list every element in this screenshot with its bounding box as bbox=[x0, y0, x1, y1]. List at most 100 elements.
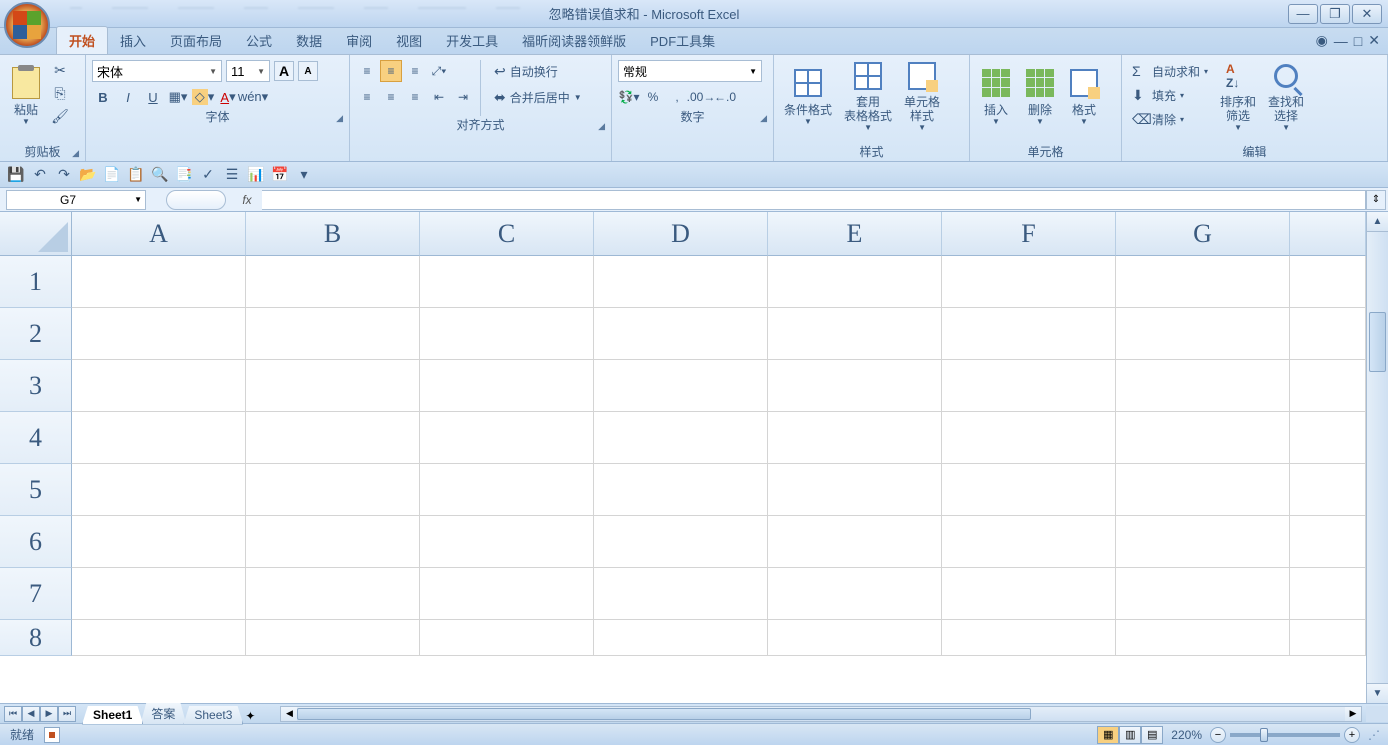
increase-indent-button[interactable]: ⇥ bbox=[452, 86, 474, 108]
row-header-7[interactable]: 7 bbox=[0, 568, 72, 620]
zoom-in-button[interactable]: + bbox=[1344, 727, 1360, 743]
scroll-up-button[interactable]: ▲ bbox=[1367, 212, 1388, 232]
sheet-nav-next[interactable]: ▶ bbox=[40, 706, 58, 722]
sheet-tab-3[interactable]: Sheet3 bbox=[183, 706, 243, 725]
qat-spell-button[interactable]: ✓ bbox=[198, 165, 218, 185]
align-middle-button[interactable]: ≡ bbox=[380, 60, 402, 82]
redo-button[interactable]: ↷ bbox=[54, 165, 74, 185]
office-button[interactable] bbox=[4, 2, 50, 48]
col-header-f[interactable]: F bbox=[942, 212, 1116, 256]
sheet-nav-prev[interactable]: ◀ bbox=[22, 706, 40, 722]
fx-button[interactable]: fx bbox=[232, 193, 262, 207]
tab-foxit[interactable]: 福昕阅读器领鲜版 bbox=[510, 27, 638, 54]
zoom-slider-knob[interactable] bbox=[1260, 728, 1268, 742]
number-format-combo[interactable]: 常规▼ bbox=[618, 60, 762, 82]
conditional-format-button[interactable]: 条件格式▼ bbox=[780, 58, 836, 134]
sheet-tab-1[interactable]: Sheet1 bbox=[82, 706, 143, 725]
vertical-scrollbar[interactable]: ▲ ▼ bbox=[1366, 212, 1388, 703]
align-center-button[interactable]: ≡ bbox=[380, 86, 402, 108]
vscroll-thumb[interactable] bbox=[1369, 312, 1386, 372]
decrease-font-button[interactable]: A bbox=[298, 61, 318, 81]
row-header-1[interactable]: 1 bbox=[0, 256, 72, 308]
orientation-button[interactable]: ⤢▾ bbox=[428, 60, 450, 82]
tab-developer[interactable]: 开发工具 bbox=[434, 27, 510, 54]
wrap-text-button[interactable]: ↩自动换行 bbox=[487, 60, 589, 82]
font-color-button[interactable]: A▾ bbox=[217, 86, 239, 108]
col-header-d[interactable]: D bbox=[594, 212, 768, 256]
font-name-combo[interactable]: 宋体▼ bbox=[92, 60, 222, 82]
sheet-nav-first[interactable]: ⏮ bbox=[4, 706, 22, 722]
italic-button[interactable]: I bbox=[117, 86, 139, 108]
row-header-6[interactable]: 6 bbox=[0, 516, 72, 568]
format-cells-button[interactable]: 格式▼ bbox=[1064, 58, 1104, 134]
horizontal-scrollbar[interactable]: ◀ ▶ bbox=[280, 706, 1362, 722]
align-bottom-button[interactable]: ≡ bbox=[404, 60, 426, 82]
tab-review[interactable]: 审阅 bbox=[334, 27, 384, 54]
new-sheet-button[interactable]: ✦ bbox=[240, 707, 260, 725]
delete-cells-button[interactable]: 删除▼ bbox=[1020, 58, 1060, 134]
sheet-tab-2[interactable]: 答案 bbox=[140, 703, 186, 725]
tab-data[interactable]: 数据 bbox=[284, 27, 334, 54]
insert-cells-button[interactable]: 插入▼ bbox=[976, 58, 1016, 134]
cut-button[interactable]: ✂ bbox=[50, 60, 70, 80]
normal-view-button[interactable]: ▦ bbox=[1097, 726, 1119, 744]
fill-color-button[interactable]: ◇▾ bbox=[192, 86, 214, 108]
underline-button[interactable]: U bbox=[142, 86, 164, 108]
qat-print-button[interactable]: 📑 bbox=[174, 165, 194, 185]
tab-pdf[interactable]: PDF工具集 bbox=[638, 27, 727, 54]
row-header-3[interactable]: 3 bbox=[0, 360, 72, 412]
tab-pagelayout[interactable]: 页面布局 bbox=[158, 27, 234, 54]
font-dialog-icon[interactable]: ◢ bbox=[336, 113, 343, 124]
bold-button[interactable]: B bbox=[92, 86, 114, 108]
clipboard-dialog-icon[interactable]: ◢ bbox=[72, 148, 79, 159]
qat-preview-button[interactable]: 🔍 bbox=[150, 165, 170, 185]
zoom-slider[interactable] bbox=[1230, 733, 1340, 737]
col-header-a[interactable]: A bbox=[72, 212, 246, 256]
row-header-4[interactable]: 4 bbox=[0, 412, 72, 464]
qat-sort-button[interactable]: ☰ bbox=[222, 165, 242, 185]
decrease-decimal-button[interactable]: ←.0 bbox=[714, 86, 736, 108]
save-button[interactable]: 💾 bbox=[6, 165, 26, 185]
currency-button[interactable]: 💱▾ bbox=[618, 86, 640, 108]
table-format-button[interactable]: 套用 表格格式▼ bbox=[840, 58, 896, 134]
increase-font-button[interactable]: A bbox=[274, 61, 294, 81]
qat-calendar-button[interactable]: 📅 bbox=[270, 165, 290, 185]
mdi-minimize[interactable]: ― bbox=[1334, 33, 1348, 49]
align-right-button[interactable]: ≡ bbox=[404, 86, 426, 108]
mdi-restore[interactable]: □ bbox=[1354, 33, 1362, 49]
align-top-button[interactable]: ≡ bbox=[356, 60, 378, 82]
undo-button[interactable]: ↶ bbox=[30, 165, 50, 185]
tab-formulas[interactable]: 公式 bbox=[234, 27, 284, 54]
number-dialog-icon[interactable]: ◢ bbox=[760, 113, 767, 124]
mdi-close[interactable]: ✕ bbox=[1368, 32, 1380, 49]
col-header-g[interactable]: G bbox=[1116, 212, 1290, 256]
tab-home[interactable]: 开始 bbox=[56, 26, 108, 54]
clear-button[interactable]: ⌫清除▾ bbox=[1128, 108, 1212, 130]
scroll-left-button[interactable]: ◀ bbox=[281, 707, 297, 721]
name-box-dropdown-icon[interactable]: ▼ bbox=[134, 195, 142, 204]
page-break-view-button[interactable]: ▤ bbox=[1141, 726, 1163, 744]
sheet-nav-last[interactable]: ⏭ bbox=[58, 706, 76, 722]
decrease-indent-button[interactable]: ⇤ bbox=[428, 86, 450, 108]
col-header-e[interactable]: E bbox=[768, 212, 942, 256]
phonetic-button[interactable]: wén▾ bbox=[242, 86, 264, 108]
paste-button[interactable]: 粘贴 ▼ bbox=[6, 58, 46, 134]
select-all-corner[interactable] bbox=[0, 212, 72, 256]
find-select-button[interactable]: 查找和 选择▼ bbox=[1264, 58, 1308, 134]
col-header-extra[interactable] bbox=[1290, 212, 1366, 256]
align-dialog-icon[interactable]: ◢ bbox=[598, 121, 605, 132]
qat-new-button[interactable]: 📄 bbox=[102, 165, 122, 185]
format-painter-button[interactable]: 🖌 bbox=[50, 106, 70, 126]
row-header-8[interactable]: 8 bbox=[0, 620, 72, 656]
zoom-percent[interactable]: 220% bbox=[1171, 728, 1202, 742]
cell-style-button[interactable]: 单元格 样式▼ bbox=[900, 58, 944, 134]
cells-area[interactable] bbox=[72, 256, 1366, 703]
scroll-right-button[interactable]: ▶ bbox=[1345, 707, 1361, 721]
qat-open-button[interactable]: 📂 bbox=[78, 165, 98, 185]
formula-expand-button[interactable]: ⇕ bbox=[1366, 190, 1386, 210]
macro-record-button[interactable] bbox=[44, 727, 60, 743]
font-size-combo[interactable]: 11▼ bbox=[226, 60, 270, 82]
qat-paste-button[interactable]: 📋 bbox=[126, 165, 146, 185]
page-layout-view-button[interactable]: ▥ bbox=[1119, 726, 1141, 744]
fill-button[interactable]: ⬇填充▾ bbox=[1128, 84, 1212, 106]
